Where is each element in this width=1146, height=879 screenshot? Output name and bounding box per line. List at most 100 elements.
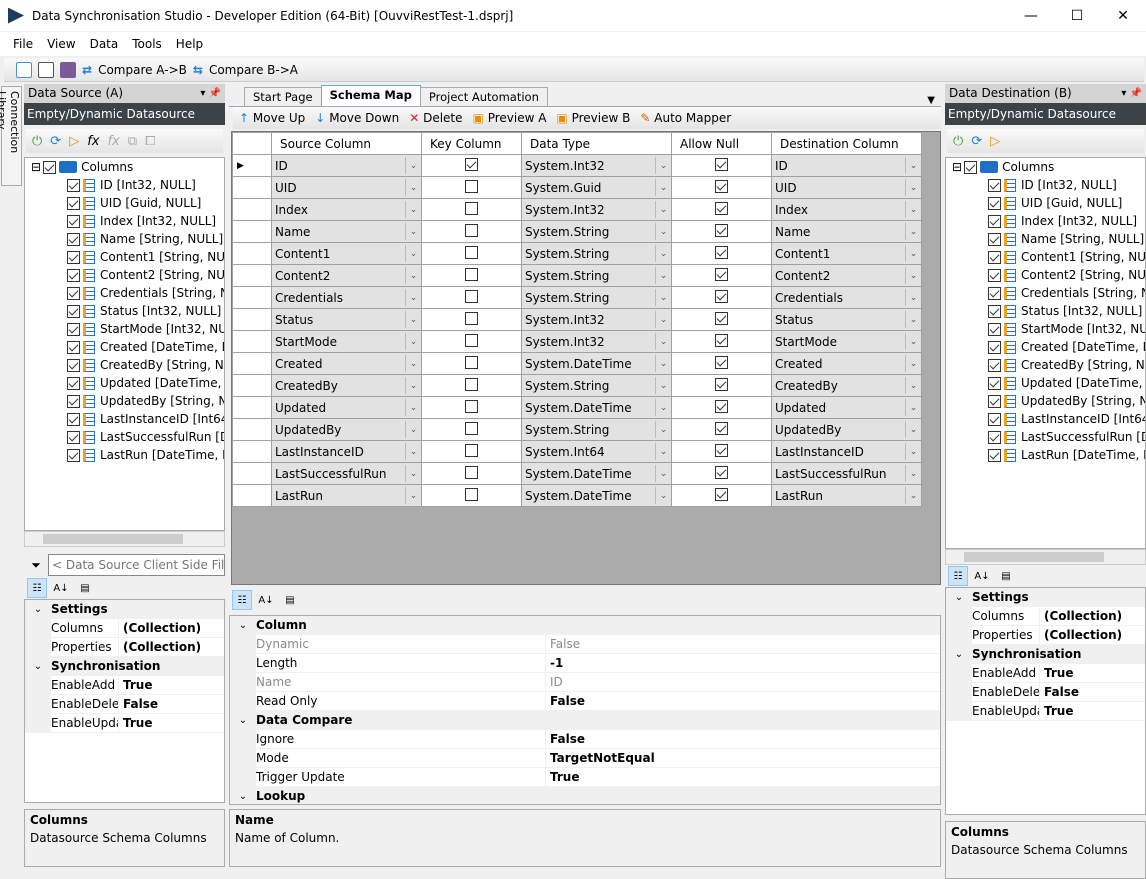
data-type-combo[interactable]: System.String ⌄ <box>521 264 672 287</box>
checkbox[interactable] <box>988 412 1001 426</box>
tree-column-item[interactable]: Content1 [String, NULL] <box>946 248 1145 266</box>
tree-column-item[interactable]: Index [Int32, NULL] <box>25 212 224 230</box>
tree-column-item[interactable]: Status [Int32, NULL] <box>25 302 224 320</box>
chevron-down-icon[interactable]: ⌄ <box>405 223 421 240</box>
menu-tools[interactable]: Tools <box>132 37 162 51</box>
checkbox[interactable] <box>988 304 1001 318</box>
checkbox[interactable] <box>67 448 80 462</box>
property-category[interactable]: ⌄ Column <box>230 616 940 635</box>
chevron-down-icon[interactable]: ⌄ <box>655 289 671 306</box>
property-row[interactable]: Properties (Collection) <box>946 626 1145 645</box>
source-column-combo[interactable]: Created ⌄ <box>271 352 422 375</box>
destination-column-combo[interactable]: LastSuccessfulRun ⌄ <box>771 462 922 485</box>
allow-null-checkbox[interactable] <box>715 399 728 413</box>
checkbox[interactable] <box>67 394 80 408</box>
minimize-button[interactable]: — <box>1008 0 1054 31</box>
property-row[interactable]: Mode TargetNotEqual <box>230 749 940 768</box>
property-value[interactable]: (Collection) <box>119 619 201 637</box>
data-type-combo[interactable]: System.Int64 ⌄ <box>521 440 672 463</box>
property-row[interactable]: Name ID <box>230 673 940 692</box>
checkbox[interactable] <box>988 430 1001 444</box>
property-value[interactable]: True <box>1040 702 1073 720</box>
source-column-combo[interactable]: Name ⌄ <box>271 220 422 243</box>
chevron-down-icon[interactable]: ⌄ <box>905 333 921 350</box>
chevron-down-icon[interactable]: ⌄ <box>655 333 671 350</box>
grid-row[interactable]: UID ⌄ System.Guid ⌄ UID ⌄ <box>232 176 922 199</box>
property-row[interactable]: Properties (Collection) <box>25 638 224 657</box>
data-type-combo[interactable]: System.String ⌄ <box>521 374 672 397</box>
destination-column-combo[interactable]: Credentials ⌄ <box>771 286 922 309</box>
chevron-down-icon[interactable]: ⌄ <box>905 267 921 284</box>
chevron-down-icon[interactable]: ⌄ <box>405 267 421 284</box>
chevron-down-icon[interactable]: ⌄ <box>655 355 671 372</box>
property-value[interactable]: (Collection) <box>1040 626 1122 644</box>
property-value[interactable]: ID <box>546 673 563 691</box>
row-header[interactable] <box>232 396 272 419</box>
header-destination-column[interactable]: Destination Column <box>771 132 922 155</box>
checkbox[interactable] <box>988 376 1001 390</box>
chevron-down-icon[interactable]: ⌄ <box>905 355 921 372</box>
source-column-combo[interactable]: Credentials ⌄ <box>271 286 422 309</box>
categorized-icon[interactable]: ☷ <box>948 566 968 586</box>
chevron-down-icon[interactable]: ⌄ <box>905 487 921 504</box>
property-row[interactable]: Ignore False <box>230 730 940 749</box>
key-column-checkbox[interactable] <box>465 289 478 303</box>
open-project-icon[interactable] <box>38 61 54 78</box>
destination-column-combo[interactable]: CreatedBy ⌄ <box>771 374 922 397</box>
horizontal-scrollbar[interactable] <box>24 531 225 547</box>
property-row[interactable]: EnableDeleteFalse <box>25 695 224 714</box>
checkbox[interactable] <box>67 358 80 372</box>
allow-null-checkbox[interactable] <box>715 377 728 391</box>
source-column-combo[interactable]: Status ⌄ <box>271 308 422 331</box>
tree-column-item[interactable]: LastInstanceID [Int64, NULL] <box>946 410 1145 428</box>
tree-column-item[interactable]: Index [Int32, NULL] <box>946 212 1145 230</box>
key-column-checkbox[interactable] <box>465 201 478 215</box>
property-value[interactable]: -1 <box>546 654 563 672</box>
save-icon[interactable] <box>60 61 76 78</box>
tree-column-item[interactable]: Credentials [String, NULL] <box>946 284 1145 302</box>
tree-root[interactable]: ⊟ Columns <box>946 158 1145 176</box>
tabs-dropdown-icon[interactable]: ▼ <box>927 95 935 106</box>
key-column-checkbox[interactable] <box>465 157 478 171</box>
checkbox[interactable] <box>67 430 80 444</box>
destination-column-combo[interactable]: LastInstanceID ⌄ <box>771 440 922 463</box>
checkbox[interactable] <box>988 232 1001 246</box>
allow-null-checkbox[interactable] <box>715 333 728 347</box>
data-type-combo[interactable]: System.Guid ⌄ <box>521 176 672 199</box>
chevron-down-icon[interactable]: ⌄ <box>905 289 921 306</box>
property-row[interactable]: EnableAdd True <box>25 676 224 695</box>
chevron-down-icon[interactable]: ⌄ <box>905 311 921 328</box>
row-header[interactable] <box>232 242 272 265</box>
checkbox[interactable] <box>67 340 80 354</box>
property-value[interactable]: TargetNotEqual <box>546 749 655 767</box>
property-value[interactable]: False <box>546 635 580 653</box>
property-value[interactable]: True <box>119 714 152 732</box>
source-column-combo[interactable]: Index ⌄ <box>271 198 422 221</box>
key-column-checkbox[interactable] <box>465 223 478 237</box>
source-column-combo[interactable]: Content1 ⌄ <box>271 242 422 265</box>
destination-column-combo[interactable]: Created ⌄ <box>771 352 922 375</box>
checkbox[interactable] <box>67 322 80 336</box>
property-value[interactable]: False <box>1040 683 1079 701</box>
menu-file[interactable]: File <box>13 37 33 51</box>
grid-row[interactable]: Status ⌄ System.Int32 ⌄ Status ⌄ <box>232 308 922 331</box>
destination-column-combo[interactable]: Name ⌄ <box>771 220 922 243</box>
chevron-down-icon[interactable]: ⌄ <box>655 399 671 416</box>
sort-alpha-icon[interactable]: A↓ <box>256 590 276 610</box>
play-icon[interactable]: ▷ <box>69 134 79 149</box>
preview-a-button[interactable]: ▣ Preview A <box>473 111 547 125</box>
tab-project-automation[interactable]: Project Automation <box>419 87 548 106</box>
chevron-down-icon[interactable]: ⌄ <box>405 245 421 262</box>
expand-chevron-icon[interactable]: ⌄ <box>946 645 972 664</box>
checkbox[interactable] <box>988 250 1001 264</box>
allow-null-checkbox[interactable] <box>715 201 728 215</box>
checkbox[interactable] <box>988 178 1001 192</box>
property-value[interactable]: (Collection) <box>1040 607 1122 625</box>
chevron-down-icon[interactable]: ⌄ <box>655 465 671 482</box>
delete-button[interactable]: ✕ Delete <box>409 111 462 125</box>
property-row[interactable]: EnableUpdateTrue <box>25 714 224 733</box>
tree-column-item[interactable]: Credentials [String, NULL] <box>25 284 224 302</box>
grid-row[interactable]: LastInstanceID ⌄ System.Int64 ⌄ LastInstance… <box>232 440 922 463</box>
checkbox[interactable] <box>67 376 80 390</box>
data-type-combo[interactable]: System.DateTime ⌄ <box>521 352 672 375</box>
